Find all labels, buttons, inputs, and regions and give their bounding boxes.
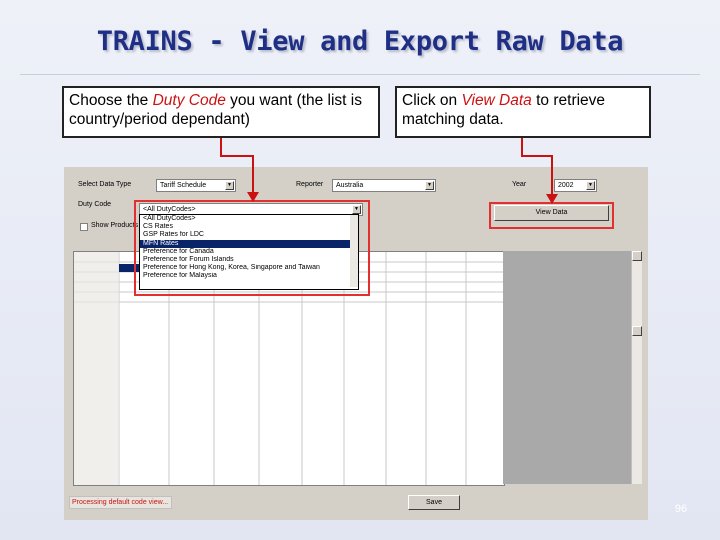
callout-highlight: Duty Code (152, 92, 226, 109)
reporter-value: Australia (336, 182, 364, 189)
view-data-highlight-box (489, 202, 614, 229)
callout-text: Choose the (69, 92, 153, 109)
chevron-down-icon[interactable]: ▼ (586, 181, 595, 190)
arrow-connector (252, 155, 254, 193)
arrow-connector (521, 155, 553, 157)
year-value: 2002 (558, 182, 574, 189)
chevron-down-icon[interactable]: ▼ (425, 181, 434, 190)
arrow-connector (551, 155, 553, 195)
duty-code-label: Duty Code (78, 201, 112, 208)
grid-scrollbar[interactable] (631, 251, 642, 484)
callout-duty-code: Choose the Duty Code you want (the list … (62, 86, 380, 138)
slide-title: TRAINS - View and Export Raw Data (96, 26, 624, 57)
arrow-connector (220, 155, 254, 157)
callout-text: Click on (402, 92, 462, 109)
save-button[interactable]: Save (408, 495, 460, 510)
chevron-down-icon[interactable]: ▼ (225, 181, 234, 190)
show-products-label: Show Products (91, 222, 139, 229)
grid-empty-area (503, 251, 631, 484)
reporter-select[interactable]: Australia ▼ (332, 179, 436, 192)
arrow-down-icon (247, 192, 259, 202)
data-type-value: Tariff Schedule (160, 182, 207, 189)
arrow-connector (521, 138, 523, 156)
year-select[interactable]: 2002 ▼ (554, 179, 597, 192)
year-label: Year (512, 181, 527, 188)
arrow-connector (220, 138, 222, 156)
callout-highlight: View Data (461, 92, 532, 109)
callout-view-data: Click on View Data to retrieve matching … (395, 86, 651, 138)
title-divider (20, 74, 700, 75)
scroll-down-icon[interactable] (632, 326, 642, 336)
data-type-select[interactable]: Tariff Schedule ▼ (156, 179, 236, 192)
show-products-checkbox[interactable] (80, 223, 88, 231)
reporter-label: Reporter (296, 181, 324, 188)
page-number: 96 (674, 503, 688, 515)
status-text: Processing default code view... (69, 496, 172, 509)
select-data-type-label: Select Data Type (78, 181, 132, 188)
arrow-down-icon (546, 194, 558, 204)
scroll-up-icon[interactable] (632, 251, 642, 261)
duty-code-highlight-box (134, 200, 370, 296)
